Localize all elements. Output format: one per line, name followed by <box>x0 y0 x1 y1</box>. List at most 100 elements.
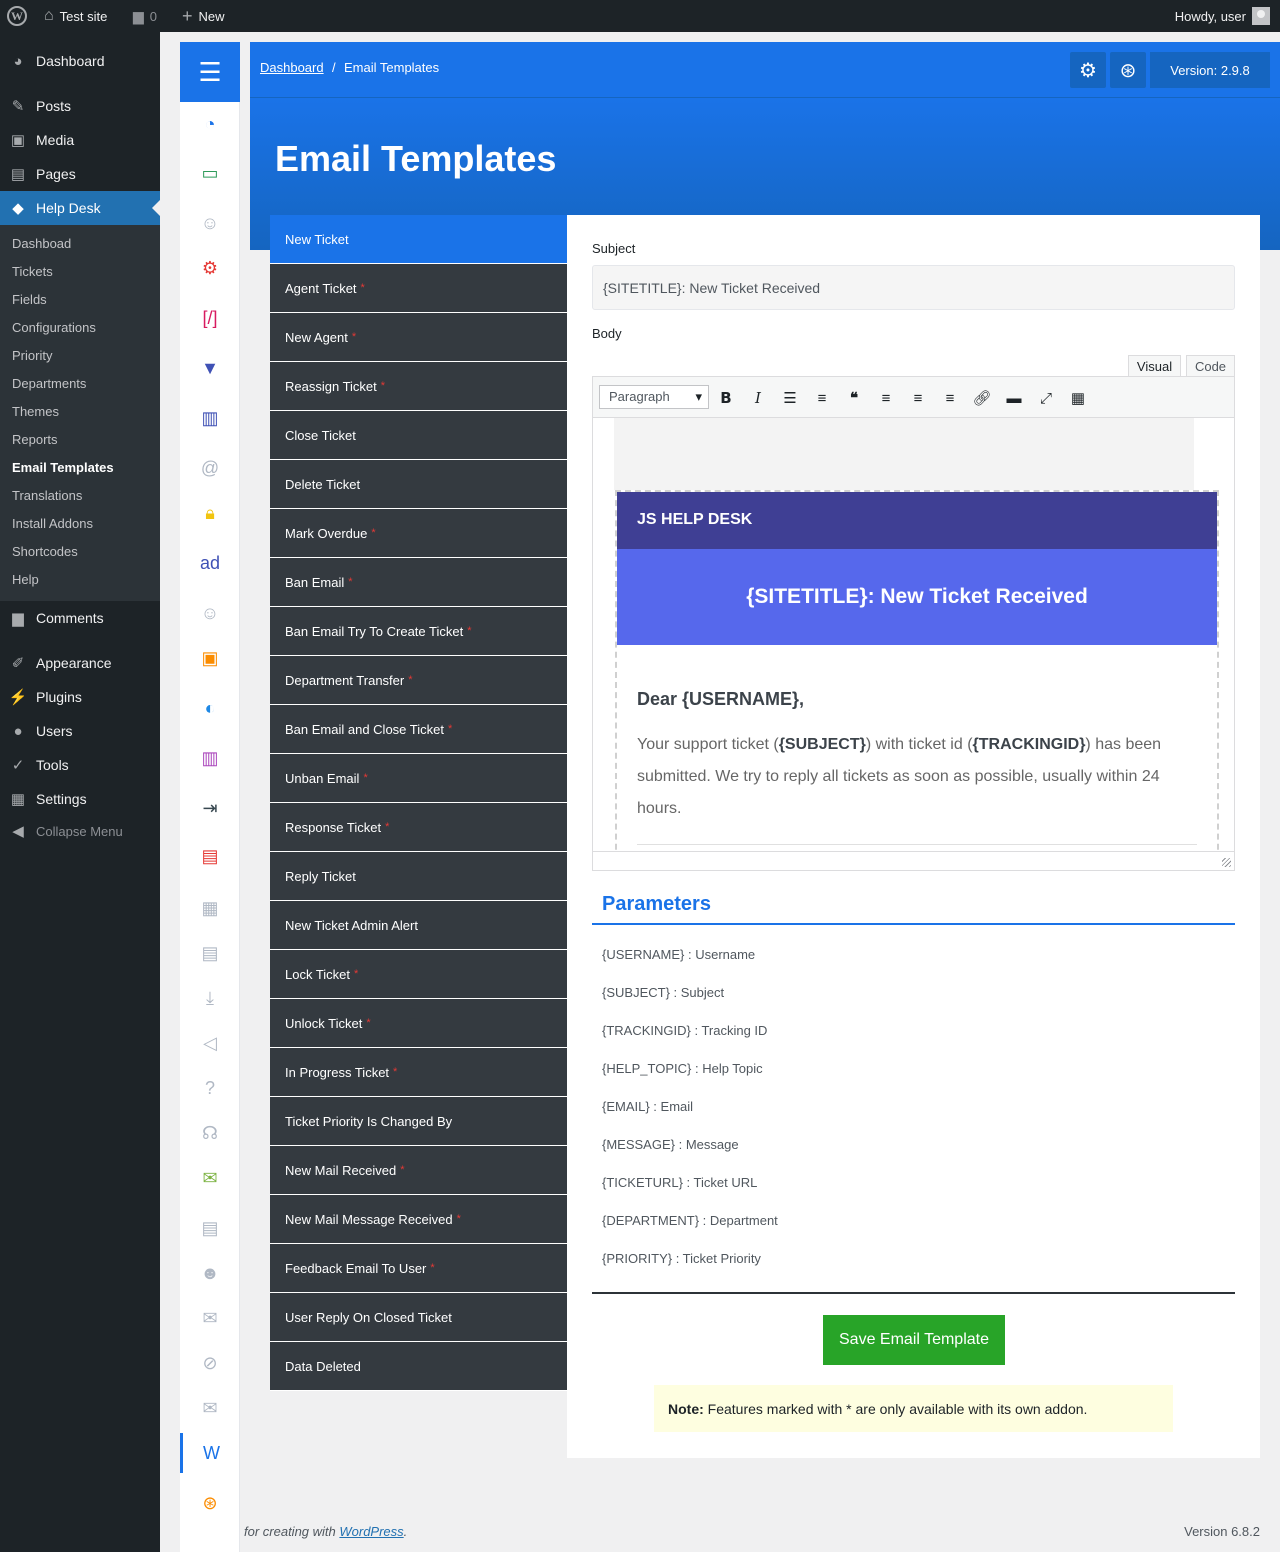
template-item[interactable]: New Mail Message Received * <box>270 1195 567 1244</box>
menu-pages[interactable]: ▤ Pages <box>0 157 160 191</box>
site-name-link[interactable]: ⌂ Test site <box>44 0 107 32</box>
support-agent-icon[interactable]: ☊ <box>180 1113 240 1153</box>
link-icon[interactable]: 🔗︎ <box>969 385 995 411</box>
menu-tools[interactable]: ✓ Tools <box>0 748 160 782</box>
menu-collapse[interactable]: ◀ Collapse Menu <box>0 814 160 848</box>
blockquote-icon[interactable]: ❝ <box>841 385 867 411</box>
template-item[interactable]: New Ticket <box>270 215 567 264</box>
menu-dashboard[interactable]: ◕ Dashboard <box>0 44 160 78</box>
template-item[interactable]: In Progress Ticket * <box>270 1048 567 1097</box>
align-center-icon[interactable]: ≡ <box>905 385 931 411</box>
menu-help-desk[interactable]: ◆ Help Desk <box>0 191 160 225</box>
email-at-icon[interactable]: @ <box>180 448 240 488</box>
toolbar-toggle-icon[interactable]: ▦ <box>1065 385 1091 411</box>
submenu-fields[interactable]: Fields <box>12 290 47 310</box>
download-icon[interactable]: ⤓ <box>180 978 240 1018</box>
users-group-icon[interactable]: ☺ <box>180 203 240 243</box>
template-item[interactable]: Department Transfer * <box>270 656 567 705</box>
bullet-list-icon[interactable]: ☰ <box>777 385 803 411</box>
fullscreen-icon[interactable]: ⤢ <box>1033 385 1059 411</box>
breadcrumb-dashboard-link[interactable]: Dashboard <box>260 60 324 75</box>
submenu-translations[interactable]: Translations <box>12 486 82 506</box>
version-button[interactable]: Version: 2.9.8 <box>1150 52 1270 88</box>
bar-chart-icon[interactable]: ▥ <box>180 398 240 438</box>
calendar-icon[interactable]: ▦ <box>180 888 240 928</box>
archive-icon[interactable]: ▤ <box>180 836 240 876</box>
support-button[interactable]: ⊛ <box>1110 52 1146 88</box>
megaphone-icon[interactable]: ◁ <box>180 1023 240 1063</box>
submenu-dashboard[interactable]: Dashboad <box>12 234 71 254</box>
template-item[interactable]: Reassign Ticket * <box>270 362 567 411</box>
email-template-icon[interactable]: W <box>180 1433 240 1473</box>
template-item[interactable]: User Reply On Closed Ticket <box>270 1293 567 1342</box>
ad-icon[interactable]: ad <box>180 543 240 583</box>
submenu-priority[interactable]: Priority <box>12 346 52 366</box>
mail-open-outline-icon[interactable]: ✉ <box>180 1388 240 1428</box>
template-item[interactable]: New Ticket Admin Alert <box>270 901 567 950</box>
menu-comments[interactable]: ▆ Comments <box>0 601 160 635</box>
wordpress-link[interactable]: WordPress <box>339 1524 403 1539</box>
menu-posts[interactable]: ✎ Posts <box>0 89 160 123</box>
gear-icon[interactable]: ⚙ <box>180 248 240 288</box>
read-more-icon[interactable]: ▬ <box>1001 385 1027 411</box>
id-card-icon[interactable]: ▣ <box>180 638 240 678</box>
paint-brush-icon[interactable]: ▼ <box>180 348 240 388</box>
settings-gear-button[interactable]: ⚙ <box>1070 52 1106 88</box>
numbered-list-icon[interactable]: ≡ <box>809 385 835 411</box>
submenu-themes[interactable]: Themes <box>12 402 59 422</box>
wordpress-logo-button[interactable]: W <box>7 0 27 32</box>
lock-icon[interactable]: 🔒︎ <box>180 493 240 533</box>
subject-input[interactable] <box>592 265 1235 310</box>
template-item[interactable]: Response Ticket * <box>270 803 567 852</box>
question-icon[interactable]: ? <box>180 1068 240 1108</box>
document-icon[interactable]: ▤ <box>180 933 240 973</box>
invoice-icon[interactable]: ▤ <box>180 1208 240 1248</box>
user-edit-icon[interactable]: ☻ <box>180 1253 240 1293</box>
template-item[interactable]: Agent Ticket * <box>270 264 567 313</box>
template-item[interactable]: Data Deleted <box>270 1342 567 1391</box>
toggle-icon[interactable]: ◐ <box>180 688 240 728</box>
menu-plugins[interactable]: ⚡ Plugins <box>0 680 160 714</box>
new-content-link[interactable]: + New <box>182 0 225 32</box>
template-item[interactable]: Delete Ticket <box>270 460 567 509</box>
template-item[interactable]: Ban Email * <box>270 558 567 607</box>
analytics-icon[interactable]: ▥ <box>180 738 240 778</box>
code-brackets-icon[interactable]: [/] <box>180 298 240 338</box>
submenu-shortcodes[interactable]: Shortcodes <box>12 542 78 562</box>
template-item[interactable]: Ban Email Try To Create Ticket * <box>270 607 567 656</box>
align-left-icon[interactable]: ≡ <box>873 385 899 411</box>
template-item[interactable]: Unban Email * <box>270 754 567 803</box>
submenu-departments[interactable]: Departments <box>12 374 86 394</box>
template-item[interactable]: New Mail Received * <box>270 1146 567 1195</box>
template-item[interactable]: Lock Ticket * <box>270 950 567 999</box>
menu-media[interactable]: ▣ Media <box>0 123 160 157</box>
mail-open-icon[interactable]: ✉ <box>180 1158 240 1198</box>
account-menu[interactable]: Howdy, user <box>1175 0 1270 32</box>
body-editor[interactable]: JS HELP DESK {SITETITLE}: New Ticket Rec… <box>592 418 1235 853</box>
menu-appearance[interactable]: ✐ Appearance <box>0 646 160 680</box>
hamburger-menu-icon[interactable]: ☰ <box>180 42 240 102</box>
editor-resize-handle[interactable] <box>592 851 1235 871</box>
template-item[interactable]: Unlock Ticket * <box>270 999 567 1048</box>
template-item[interactable]: Ban Email and Close Ticket * <box>270 705 567 754</box>
menu-users[interactable]: ● Users <box>0 714 160 748</box>
tab-visual[interactable]: Visual <box>1128 355 1181 377</box>
import-icon[interactable]: ⇥ <box>180 788 240 828</box>
tab-code[interactable]: Code <box>1186 355 1235 377</box>
ticket-icon[interactable]: ▭ <box>180 153 240 193</box>
submenu-install-addons[interactable]: Install Addons <box>12 514 93 534</box>
save-email-template-button[interactable]: Save Email Template <box>823 1315 1005 1365</box>
italic-icon[interactable]: I <box>745 385 771 411</box>
template-item[interactable]: Feedback Email To User * <box>270 1244 567 1293</box>
smiley-icon[interactable]: ☺ <box>180 593 240 633</box>
envelope-icon[interactable]: ✉ <box>180 1298 240 1338</box>
format-select[interactable]: Paragraph <box>599 385 709 409</box>
submenu-configurations[interactable]: Configurations <box>12 318 96 338</box>
submenu-reports[interactable]: Reports <box>12 430 58 450</box>
comments-link[interactable]: ▆ 0 <box>133 0 157 32</box>
bold-icon[interactable]: B <box>713 385 739 411</box>
template-item[interactable]: New Agent * <box>270 313 567 362</box>
menu-settings[interactable]: ▦ Settings <box>0 782 160 816</box>
template-item[interactable]: Mark Overdue * <box>270 509 567 558</box>
submenu-tickets[interactable]: Tickets <box>12 262 53 282</box>
